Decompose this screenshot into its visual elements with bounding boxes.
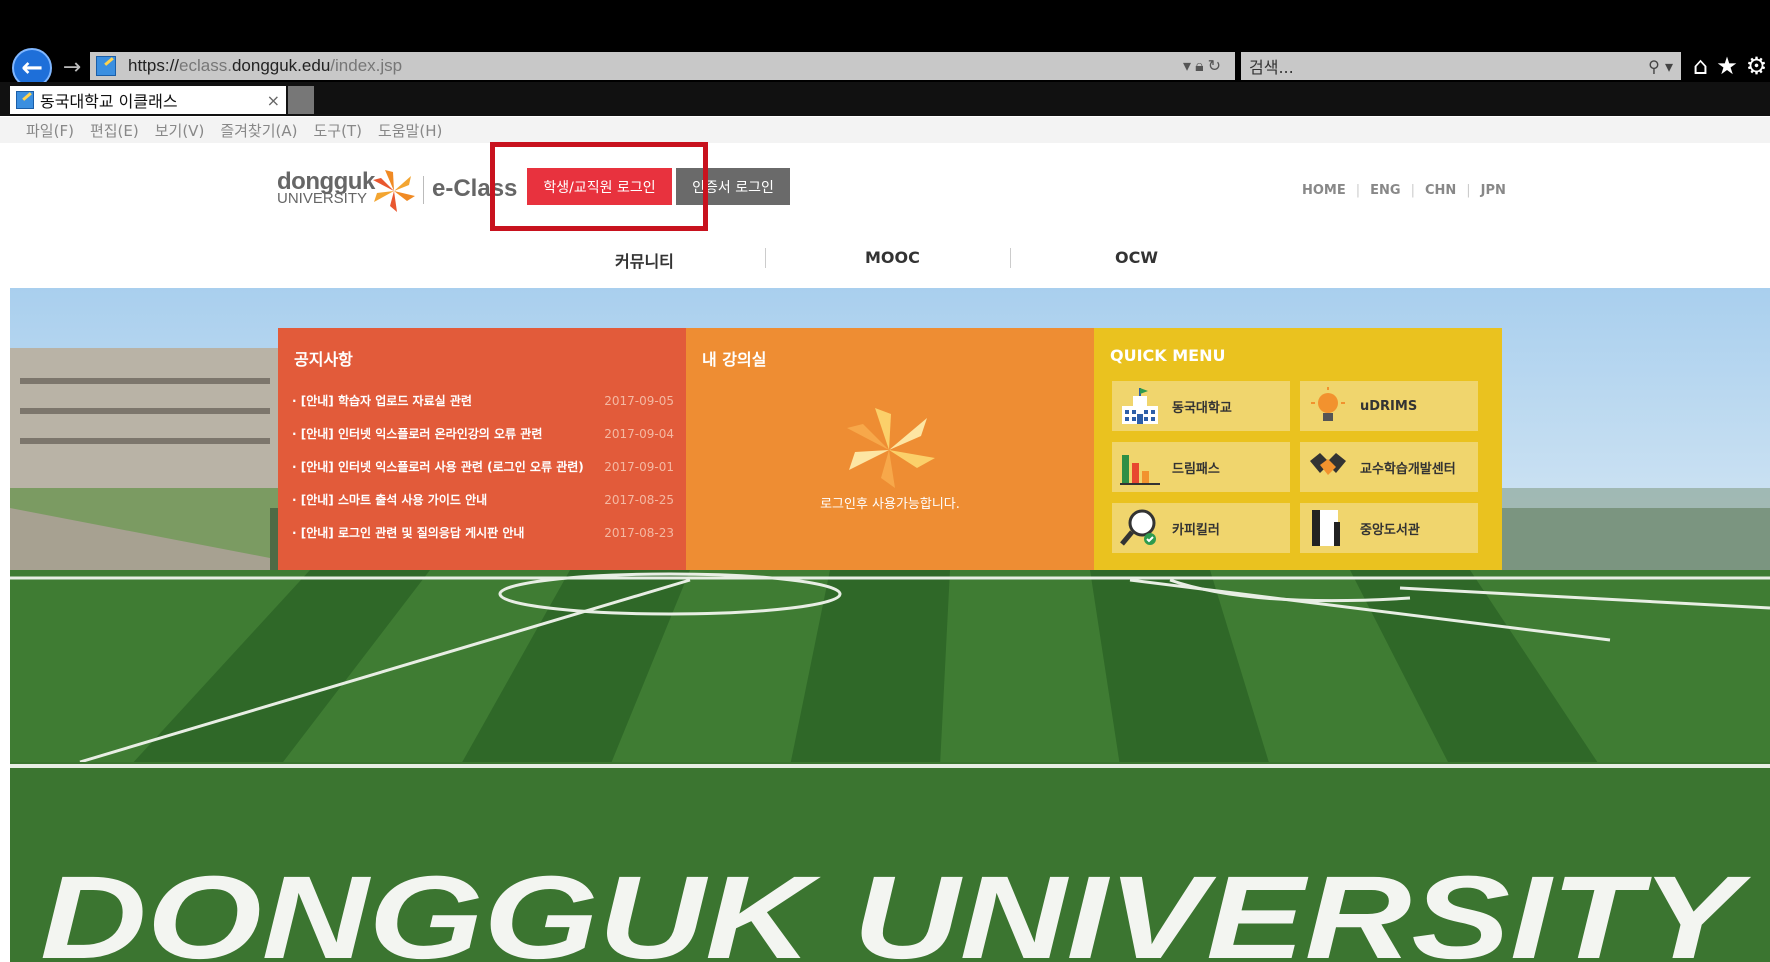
- tab-title: 동국대학교 이클래스: [40, 92, 178, 111]
- settings-gear-icon[interactable]: ⚙: [1746, 52, 1768, 80]
- nav-ocw[interactable]: OCW: [1115, 248, 1158, 267]
- list-item[interactable]: · [안내] 스마트 출석 사용 가이드 안내 2017-08-25: [292, 483, 674, 516]
- lotus-logo-icon: [373, 170, 415, 212]
- lotus-icon: [847, 408, 935, 488]
- magnifier-check-icon: [1120, 509, 1156, 546]
- util-separator: |: [1410, 183, 1415, 198]
- nav-divider: [765, 248, 766, 268]
- lightbulb-icon: [1311, 387, 1345, 421]
- util-separator: |: [1466, 183, 1471, 198]
- tab-active[interactable]: 동국대학교 이클래스 ×: [10, 86, 286, 114]
- bar-chart-icon: [1120, 455, 1160, 485]
- list-item[interactable]: · [안내] 인터넷 익스플로러 사용 관련 (로그인 오류 관련) 2017-…: [292, 450, 674, 483]
- search-input[interactable]: 검색... ⚲ ▾: [1241, 52, 1681, 80]
- quick-link-label: 드림패스: [1172, 461, 1220, 477]
- new-tab-button[interactable]: [288, 86, 314, 114]
- link-eng[interactable]: ENG: [1370, 183, 1400, 198]
- notice-item-title[interactable]: · [안내] 학습자 업로드 자료실 관련: [292, 392, 598, 409]
- link-home[interactable]: HOME: [1302, 183, 1346, 198]
- handshake-icon: [1310, 453, 1346, 475]
- list-item[interactable]: · [안내] 학습자 업로드 자료실 관련 2017-09-05: [292, 384, 674, 417]
- menu-view[interactable]: 보기(V): [155, 120, 205, 141]
- my-classroom-title: 내 강의실: [702, 350, 767, 369]
- quick-link-copykiller[interactable]: 카피킬러: [1112, 503, 1290, 553]
- nav-divider: [1010, 248, 1011, 268]
- field-banner-text: DONGGUK UNIVERSITY: [40, 852, 1752, 962]
- address-bar[interactable]: https://eclass.dongguk.edu/index.jsp ▾🔒︎…: [90, 52, 1235, 80]
- logo-divider: [423, 176, 424, 204]
- notice-item-date: 2017-08-23: [604, 525, 674, 540]
- quick-link-udrims[interactable]: uDRIMS: [1300, 381, 1478, 431]
- utility-links: HOME | ENG | CHN | JPN: [1302, 183, 1506, 198]
- notice-item-date: 2017-09-05: [604, 393, 674, 408]
- quick-link-dongguk[interactable]: 동국대학교: [1112, 381, 1290, 431]
- notice-item-title[interactable]: · [안내] 로그인 관련 및 질의응답 게시판 안내: [292, 524, 598, 541]
- notice-item-date: 2017-08-25: [604, 492, 674, 507]
- link-jpn[interactable]: JPN: [1481, 183, 1506, 198]
- quick-menu-title: QUICK MENU: [1110, 346, 1226, 365]
- dongguk-logo[interactable]: dongguk UNIVERSITY: [277, 168, 447, 216]
- search-placeholder: 검색...: [1249, 58, 1294, 77]
- menu-file[interactable]: 파일(F): [26, 120, 74, 141]
- quick-link-label: 카피킬러: [1172, 522, 1220, 538]
- refresh-icon[interactable]: ↻: [1208, 56, 1225, 75]
- notice-item-title[interactable]: · [안내] 인터넷 익스플로러 온라인강의 오류 관련: [292, 425, 598, 442]
- notice-item-date: 2017-09-04: [604, 426, 674, 441]
- notice-panel-title[interactable]: 공지사항: [294, 346, 353, 370]
- nav-community[interactable]: 커뮤니티: [615, 248, 674, 272]
- quick-link-label: uDRIMS: [1360, 398, 1418, 414]
- page-icon: [96, 56, 116, 76]
- nav-mooc[interactable]: MOOC: [865, 248, 920, 267]
- quick-menu-panel: QUICK MENU 동국대학교 uDRIMS 드림패스 교수학습개발센터 카피…: [1094, 328, 1502, 570]
- menu-tools[interactable]: 도구(T): [313, 120, 361, 141]
- login-required-message: 로그인후 사용가능합니다.: [820, 497, 960, 512]
- dropdown-icon[interactable]: ▾: [1183, 56, 1195, 75]
- link-chn[interactable]: CHN: [1425, 183, 1456, 198]
- util-separator: |: [1355, 183, 1361, 198]
- notice-item-date: 2017-09-01: [604, 459, 674, 474]
- search-icon[interactable]: ⚲ ▾: [1648, 57, 1673, 76]
- school-building-icon: [1122, 388, 1158, 424]
- browser-title-area: [0, 0, 1770, 50]
- quick-link-label: 교수학습개발센터: [1360, 461, 1456, 477]
- browser-toolbar-icons: ⌂ ★ ⚙: [1693, 50, 1767, 82]
- arrow-left-icon: ←: [21, 53, 43, 83]
- quick-link-label: 중앙도서관: [1360, 522, 1420, 538]
- menu-favorites[interactable]: 즐겨찾기(A): [220, 120, 297, 141]
- notice-list: · [안내] 학습자 업로드 자료실 관련 2017-09-05 · [안내] …: [292, 384, 674, 549]
- notice-panel: 공지사항 · [안내] 학습자 업로드 자료실 관련 2017-09-05 · …: [278, 328, 686, 570]
- home-icon[interactable]: ⌂: [1693, 52, 1708, 80]
- book-icon: [1312, 510, 1340, 546]
- arrow-right-icon: →: [62, 54, 82, 80]
- quick-menu-grid: 동국대학교 uDRIMS 드림패스 교수학습개발센터 카피킬러 중앙도서관: [1112, 381, 1478, 553]
- notice-item-title[interactable]: · [안내] 인터넷 익스플로러 사용 관련 (로그인 오류 관련): [292, 458, 598, 475]
- quick-link-teaching-center[interactable]: 교수학습개발센터: [1300, 442, 1478, 492]
- menu-help[interactable]: 도움말(H): [378, 120, 442, 141]
- highlight-annotation-box: [490, 142, 708, 231]
- browser-menu-bar: 파일(F) 편집(E) 보기(V) 즐겨찾기(A) 도구(T) 도움말(H): [0, 117, 1770, 143]
- forward-button[interactable]: →: [58, 52, 86, 82]
- my-classroom-panel: 내 강의실 로그인후 사용가능합니다.: [686, 328, 1094, 570]
- list-item[interactable]: · [안내] 로그인 관련 및 질의응답 게시판 안내 2017-08-23: [292, 516, 674, 549]
- page-icon: [16, 91, 34, 109]
- quick-link-dreampass[interactable]: 드림패스: [1112, 442, 1290, 492]
- quick-link-label: 동국대학교: [1172, 400, 1232, 416]
- notice-item-title[interactable]: · [안내] 스마트 출석 사용 가이드 안내: [292, 491, 598, 508]
- address-controls[interactable]: ▾🔒︎↻: [1183, 56, 1225, 76]
- menu-edit[interactable]: 편집(E): [90, 120, 139, 141]
- lock-icon[interactable]: 🔒︎: [1195, 56, 1208, 75]
- favorites-star-icon[interactable]: ★: [1716, 52, 1738, 80]
- quick-link-library[interactable]: 중앙도서관: [1300, 503, 1478, 553]
- url-text: https://eclass.dongguk.edu/index.jsp: [128, 56, 403, 75]
- close-icon[interactable]: ×: [267, 91, 280, 110]
- list-item[interactable]: · [안내] 인터넷 익스플로러 온라인강의 오류 관련 2017-09-04: [292, 417, 674, 450]
- logo-subtitle: UNIVERSITY: [277, 190, 368, 207]
